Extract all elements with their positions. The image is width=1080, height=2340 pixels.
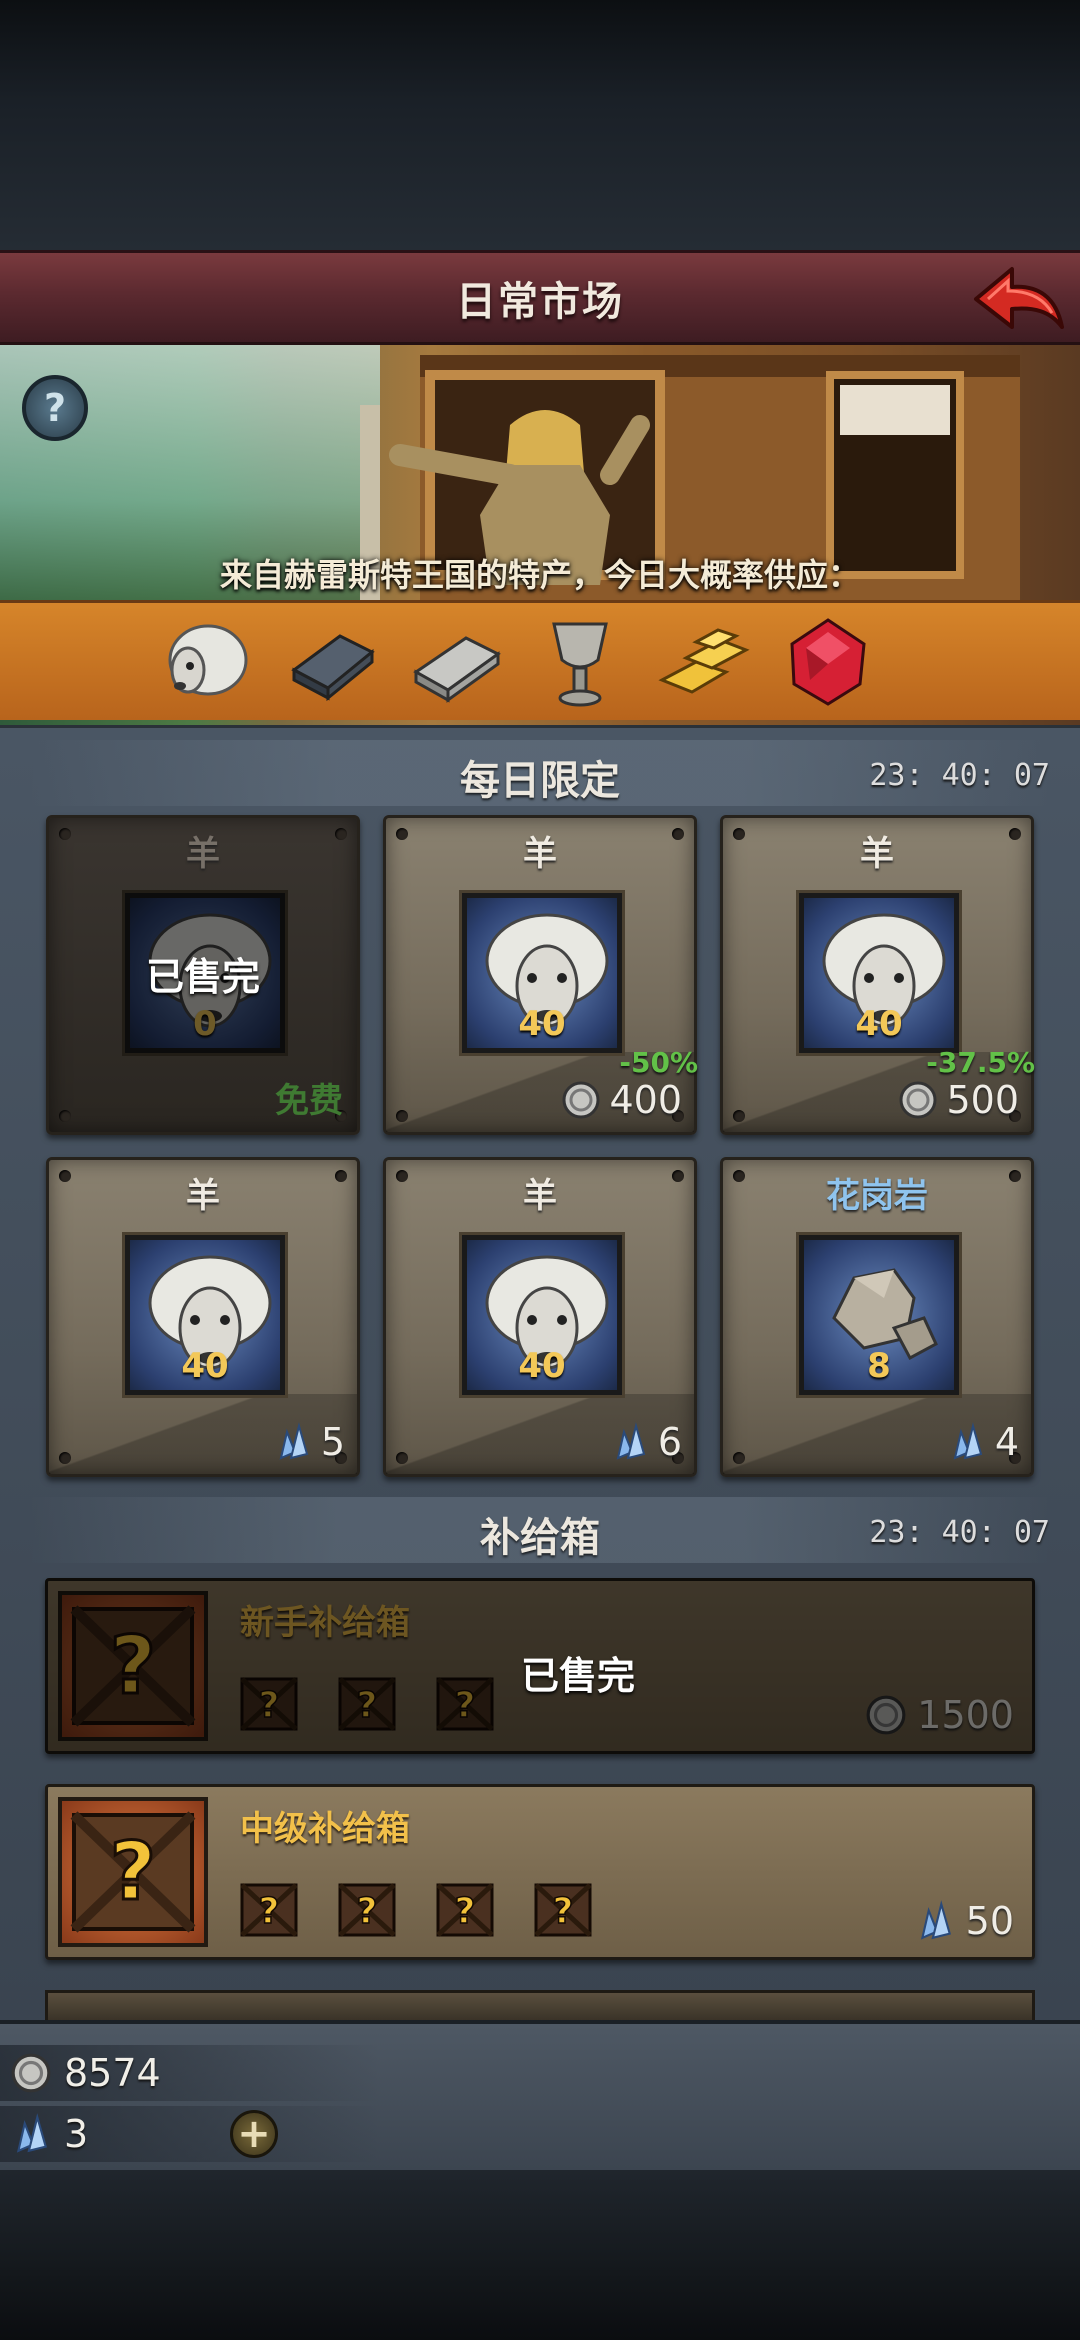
supply-box-title: 中级补给箱 bbox=[240, 1809, 410, 1849]
crate-icon: ? bbox=[58, 1797, 208, 1947]
price-value: 500 bbox=[946, 1078, 1019, 1122]
gem-crystal-icon bbox=[920, 1900, 951, 1940]
header-bar: 日常市场 bbox=[0, 250, 1080, 345]
daily-card-3[interactable]: 羊 40 -37.5% 500 bbox=[720, 815, 1035, 1135]
silver-coin-icon bbox=[899, 1081, 937, 1119]
mini-crate-icon: ? bbox=[240, 1883, 298, 1937]
supply-section-header: 补给箱 23: 40: 07 bbox=[30, 1497, 1050, 1563]
gold-bars-icon bbox=[656, 614, 752, 710]
svg-text:?: ? bbox=[110, 1825, 156, 1918]
supply-contents: ? ? ? ? bbox=[238, 1879, 594, 1941]
price-value: 6 bbox=[657, 1420, 682, 1464]
iron-ingot-icon bbox=[284, 614, 380, 710]
item-price: 500 bbox=[898, 1078, 1019, 1122]
gem-crystal-icon bbox=[16, 2113, 48, 2153]
supply-box-next-peek[interactable] bbox=[45, 1990, 1035, 2020]
daily-card-1[interactable]: 羊 0 已售完 免费 bbox=[46, 815, 360, 1135]
price-value: 400 bbox=[609, 1078, 682, 1122]
item-name: 花岗岩 bbox=[826, 1176, 928, 1216]
gem-crystal-icon bbox=[616, 1422, 646, 1460]
merchant-banner: ? 来自赫雷斯特王国的特产，今日大概率供应： bbox=[0, 345, 1080, 725]
gem-crystal-icon bbox=[279, 1422, 309, 1460]
item-quantity: 40 bbox=[518, 1004, 566, 1044]
daily-timer: 23: 40: 07 bbox=[869, 758, 1050, 793]
silver-balance: 8574 bbox=[10, 2047, 161, 2099]
mini-crate-icon: ? bbox=[534, 1883, 592, 1937]
item-quantity: 0 bbox=[193, 1004, 217, 1044]
price-value: 50 bbox=[965, 1899, 1014, 1943]
item-name: 羊 bbox=[186, 1176, 220, 1216]
price-value: 5 bbox=[320, 1420, 345, 1464]
gem-balance: 3 bbox=[10, 2108, 88, 2160]
back-button[interactable] bbox=[968, 261, 1068, 339]
item-name: 羊 bbox=[860, 834, 894, 874]
svg-text:?: ? bbox=[357, 1891, 378, 1932]
svg-text:?: ? bbox=[553, 1891, 574, 1932]
plus-icon: + bbox=[237, 2111, 271, 2157]
discount-label: -50% bbox=[619, 1046, 698, 1079]
item-slot: 40 bbox=[462, 893, 622, 1053]
item-name: 羊 bbox=[186, 834, 220, 874]
supply-timer: 23: 40: 07 bbox=[869, 1515, 1050, 1550]
item-name: 羊 bbox=[523, 1176, 557, 1216]
silver-coin-icon bbox=[866, 1695, 906, 1735]
mini-crate-icon: ? bbox=[436, 1883, 494, 1937]
item-quantity: 40 bbox=[518, 1346, 566, 1386]
discount-label: -37.5% bbox=[926, 1046, 1035, 1079]
help-button[interactable]: ? bbox=[22, 375, 88, 441]
silver-coin-icon bbox=[11, 2053, 51, 2093]
gem-amount: 3 bbox=[64, 2112, 89, 2156]
item-name: 羊 bbox=[523, 834, 557, 874]
item-slot: 8 bbox=[799, 1235, 959, 1395]
svg-text:?: ? bbox=[259, 1891, 280, 1932]
silver-amount: 8574 bbox=[64, 2051, 161, 2095]
supply-box-title: 新手补给箱 bbox=[240, 1603, 410, 1643]
daily-card-4[interactable]: 羊 40 5 bbox=[46, 1157, 360, 1477]
page-title: 日常市场 bbox=[456, 278, 624, 325]
free-label: 免费 bbox=[275, 1081, 343, 1121]
item-price: 5 bbox=[273, 1420, 345, 1464]
silver-coin-icon bbox=[562, 1081, 600, 1119]
daily-card-5[interactable]: 羊 40 6 bbox=[383, 1157, 697, 1477]
navigation-area bbox=[0, 2170, 1080, 2340]
item-slot: 40 bbox=[799, 893, 959, 1053]
featured-items-strip bbox=[0, 600, 1080, 720]
question-mark-icon: ? bbox=[43, 386, 67, 430]
item-slot: 40 bbox=[125, 1235, 285, 1395]
mini-crate-icon: ? bbox=[338, 1883, 396, 1937]
add-gems-button[interactable]: + bbox=[230, 2110, 278, 2158]
supply-box-price: 50 bbox=[914, 1899, 1014, 1943]
item-price: 4 bbox=[947, 1420, 1019, 1464]
svg-text:?: ? bbox=[455, 1891, 476, 1932]
back-arrow-icon bbox=[974, 267, 1064, 329]
item-slot: 40 bbox=[462, 1235, 622, 1395]
daily-card-6[interactable]: 花岗岩 8 4 bbox=[720, 1157, 1034, 1477]
item-quantity: 40 bbox=[855, 1004, 903, 1044]
item-price: 400 bbox=[561, 1078, 682, 1122]
sold-out-label: 已售完 bbox=[145, 955, 260, 999]
supply-box-intermediate[interactable]: ? 中级补给箱 ? ? ? ? 50 bbox=[45, 1784, 1035, 1960]
sheep-icon bbox=[160, 614, 256, 710]
daily-card-2[interactable]: 羊 40 -50% 400 bbox=[383, 815, 698, 1135]
price-value: 4 bbox=[994, 1420, 1019, 1464]
item-price: 6 bbox=[610, 1420, 682, 1464]
status-area bbox=[0, 0, 1080, 250]
sold-out-label: 已售完 bbox=[520, 1654, 635, 1698]
daily-section-header: 每日限定 23: 40: 07 bbox=[30, 740, 1050, 806]
item-quantity: 40 bbox=[181, 1346, 229, 1386]
chalice-icon bbox=[532, 614, 628, 710]
item-quantity: 8 bbox=[867, 1346, 891, 1386]
silver-ingot-icon bbox=[408, 614, 504, 710]
banner-caption: 来自赫雷斯特王国的特产，今日大概率供应： bbox=[219, 556, 860, 594]
gem-crystal-icon bbox=[953, 1422, 983, 1460]
ruby-icon bbox=[780, 614, 876, 710]
